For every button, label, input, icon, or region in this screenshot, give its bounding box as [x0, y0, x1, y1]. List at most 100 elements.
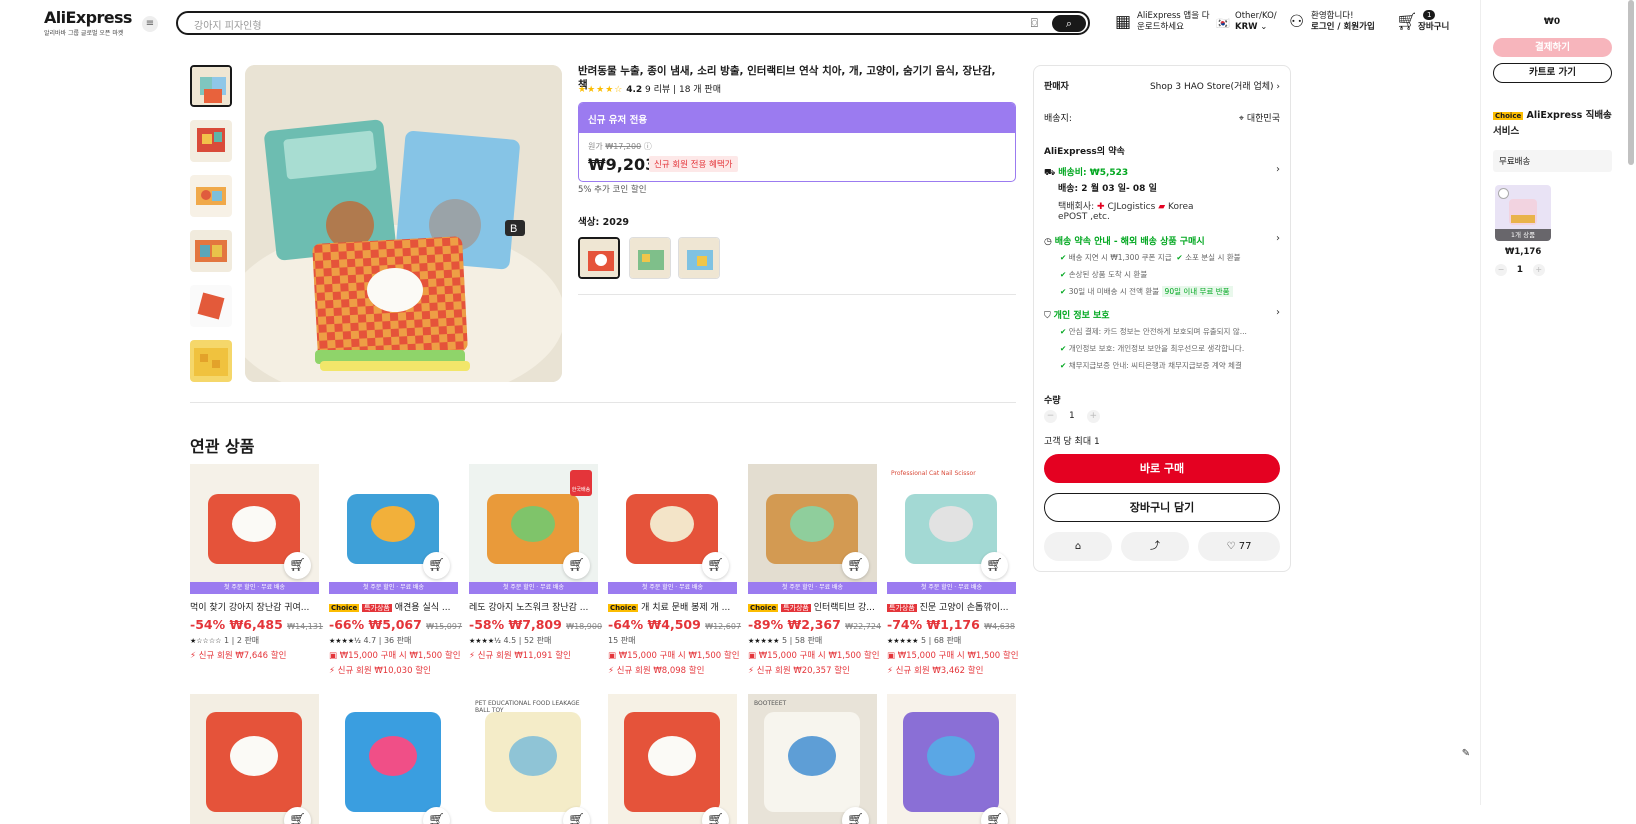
aliexpress-logo[interactable]: AliExpress 알리바바 그룹 글로벌 오픈 마켓 [44, 8, 144, 37]
choice-badge: Choice [608, 604, 639, 612]
chevron-right-icon[interactable]: › [1276, 164, 1280, 175]
add-to-cart-button[interactable]: 장바구니 담기 [1044, 493, 1280, 522]
product-card[interactable]: 첫 주문 할인 · 무료 배송 🛒︎ Choice 특가상품 인터랙티브 강... -… [748, 464, 881, 676]
thumbnail-6[interactable] [190, 340, 232, 382]
region-line1: Other/KO/ [1235, 11, 1277, 21]
app-download[interactable]: ▦ AliExpress 앱을 다 운로드하세요 [1115, 11, 1210, 33]
review-count[interactable]: 9 리뷰 [645, 85, 670, 95]
color-swatch-3[interactable] [678, 237, 720, 279]
coin-discount: 5% 추가 코인 할인 [578, 185, 647, 195]
delivery-guarantee-row[interactable]: ◷ 배송 약속 안내 - 해외 배송 상품 구매시 [1044, 234, 1280, 247]
product-card-image[interactable]: 첫 주문 할인 · 무료 배송 🛒︎ [748, 464, 877, 594]
image-caption: Professional Cat Nail Scissor [891, 470, 976, 477]
app-line2: 운로드하세요 [1137, 22, 1184, 32]
plus-button[interactable]: + [1086, 410, 1100, 423]
product-card-name[interactable]: 특가상품 진문 고양이 손톱깎이... [887, 600, 1016, 613]
ship-to-row[interactable]: 배송지: ⌖ 대한민국 [1044, 111, 1280, 124]
quantity-value[interactable]: 1 [1060, 411, 1084, 421]
share-icon: ⤴ [1150, 541, 1160, 552]
add-to-cart-icon[interactable]: 🛒︎ [563, 552, 590, 579]
product-card-rating: ★★★★½ 4.5 | 52 판매 [469, 636, 552, 645]
add-to-cart-icon[interactable]: 🛒︎ [423, 552, 450, 579]
quantity-stepper[interactable]: − 1 + [1044, 410, 1100, 423]
guarantee-item: ✔ 30일 내 미배송 시 전액 환불 90일 이내 무료 반품 [1060, 286, 1233, 297]
add-to-cart-icon[interactable]: 🛒︎ [981, 552, 1008, 579]
cart-item-qty[interactable]: 1 [1510, 265, 1530, 275]
thumbnail-2[interactable] [190, 120, 232, 162]
product-card[interactable]: 첫 주문 할인 · 무료 배송 🛒︎ Professional Cat Nail S… [887, 464, 1019, 676]
region-selector[interactable]: 🇰🇷 Other/KO/KRW ⌄ [1216, 11, 1277, 33]
color-swatch-2[interactable] [629, 237, 671, 279]
scrollbar[interactable] [1628, 0, 1634, 165]
hamburger-icon[interactable]: ≡ [142, 16, 158, 32]
camera-search-icon[interactable]: ⌼ [1031, 16, 1038, 31]
product-card-image[interactable]: 첫 주문 할인 · 무료 배송 🛒︎ [329, 464, 458, 594]
buy-now-button[interactable]: 바로 구매 [1044, 454, 1280, 483]
new-user-banner: 신규 유저 전용 [579, 103, 1015, 133]
deal-badge: 특가상품 [887, 604, 917, 612]
wishlist-button[interactable]: ♡ 77 [1198, 532, 1280, 561]
coupon-line: ▣ ₩15,000 구매 시 ₩1,500 할인 [329, 651, 461, 661]
add-to-cart-icon[interactable]: 🛒︎ [702, 552, 729, 579]
checkout-button[interactable]: 결제하기 [1493, 38, 1612, 57]
seller-row[interactable]: 판매자 Shop 3 HAO Store(거래 업체) › [1044, 79, 1280, 92]
item-qty-overlay: 1개 상품 [1495, 229, 1551, 241]
login-signup: 로그인 / 회원가입 [1311, 22, 1375, 32]
purchase-panel: 판매자 Shop 3 HAO Store(거래 업체) › 배송지: ⌖ 대한민… [1033, 65, 1291, 572]
add-to-cart-icon[interactable]: 🛒︎ [842, 552, 869, 579]
product-card[interactable]: 첫 주문 할인 · 무료 배송 🛒︎ 한국배송레도 강아지 노즈워크 장난감 ...… [469, 464, 602, 661]
thumbnail-1[interactable] [190, 65, 232, 107]
product-card-name[interactable]: 먹이 찾기 강아지 장난감 귀여... [190, 600, 319, 613]
minus-button[interactable]: − [1495, 264, 1507, 276]
product-card-rating: ★★★★★ 5 | 58 판매 [748, 636, 823, 645]
coupon-line: ▣ ₩15,000 구매 시 ₩1,500 할인 [748, 651, 880, 661]
product-card-name[interactable]: 레도 강아지 노즈워크 장난감 ... [469, 600, 598, 613]
product-card[interactable]: 첫 주문 할인 · 무료 배송 🛒︎ Choice 특가상품 애견용 실식 ... -… [329, 464, 462, 676]
product-card-name[interactable]: Choice 특가상품 애견용 실식 ... [329, 600, 458, 613]
minus-button[interactable]: − [1044, 410, 1057, 423]
thumbnail-3[interactable] [190, 175, 232, 217]
feedback-edit-icon[interactable]: ✎ [1457, 745, 1475, 763]
search-button[interactable]: ⌕ [1052, 15, 1086, 32]
product-card-rating: 15 판매 [608, 636, 636, 645]
cart-item-stepper[interactable]: − 1 + [1495, 264, 1545, 276]
divider [578, 294, 1016, 295]
cart-item-image[interactable]: 1개 상품 [1495, 185, 1551, 241]
privacy-row[interactable]: ⛉ 개인 정보 보호 [1044, 308, 1280, 321]
search-input[interactable]: 강아지 피자인형 [194, 17, 262, 32]
product-card-image[interactable]: 첫 주문 할인 · 무료 배송 🛒︎ [608, 464, 737, 594]
color-swatch-1[interactable] [578, 237, 620, 279]
search-bar[interactable]: 강아지 피자인형 ⌼ ⌕ [176, 11, 1090, 35]
chevron-right-icon[interactable]: › [1276, 233, 1280, 244]
item-checkbox[interactable] [1498, 188, 1509, 199]
add-to-cart-icon[interactable]: 🛒︎ [284, 552, 311, 579]
share-button[interactable]: ⤴ [1121, 532, 1189, 561]
header-cart[interactable]: 🛒︎ 1 장바구니 [1396, 10, 1449, 33]
plus-button[interactable]: + [1532, 264, 1545, 276]
product-card-name[interactable]: Choice 개 치료 문배 봉제 개 ... [608, 600, 737, 613]
product-card[interactable]: 첫 주문 할인 · 무료 배송 🛒︎ Choice 개 치료 문배 봉제 개 ...… [608, 464, 741, 676]
chevron-right-icon[interactable]: › [1276, 307, 1280, 318]
divider [190, 402, 1016, 403]
store-name[interactable]: Shop 3 HAO Store(거래 업체) [1150, 82, 1274, 92]
new-user-discount: ⚡ 신규 회원 ₩20,357 할인 [748, 666, 850, 676]
thumbnail-4[interactable] [190, 230, 232, 272]
info-icon[interactable]: ⓘ [644, 142, 652, 151]
shipping-fee-row[interactable]: ⛟ 배송비: ₩5,523 [1044, 165, 1280, 179]
thumbnail-5[interactable] [190, 285, 232, 327]
cart-item-price: ₩1,176 [1505, 247, 1542, 257]
product-rating[interactable]: ★★★★☆ 4.2 9 리뷰 | 18 개 판매 [578, 82, 721, 95]
korea-flag-icon: 🇰🇷 [1216, 17, 1230, 30]
account-menu[interactable]: ⚇ 환영합니다! 로그인 / 회원가입 [1289, 11, 1375, 33]
product-card-image[interactable]: 첫 주문 할인 · 무료 배송 🛒︎ Professional Cat Nail S… [887, 464, 1016, 594]
guarantee-title: 배송 약속 안내 - 해외 배송 상품 구매시 [1054, 237, 1205, 247]
store-button[interactable]: ⌂ [1044, 532, 1112, 561]
product-card-image[interactable]: 첫 주문 할인 · 무료 배송 🛒︎ [190, 464, 319, 594]
product-card-name[interactable]: Choice 특가상품 인터랙티브 강... [748, 600, 877, 613]
product-card[interactable]: 첫 주문 할인 · 무료 배송 🛒︎ 먹이 찾기 강아지 장난감 귀여... -54%… [190, 464, 323, 661]
account-line1: 환영합니다! [1311, 11, 1354, 21]
main-product-image[interactable]: B [245, 65, 562, 382]
go-to-cart-button[interactable]: 카트로 가기 [1493, 63, 1612, 83]
flash-icon: ⚡ [190, 651, 196, 661]
product-card-image[interactable]: 첫 주문 할인 · 무료 배송 🛒︎ 한국배송 [469, 464, 598, 594]
